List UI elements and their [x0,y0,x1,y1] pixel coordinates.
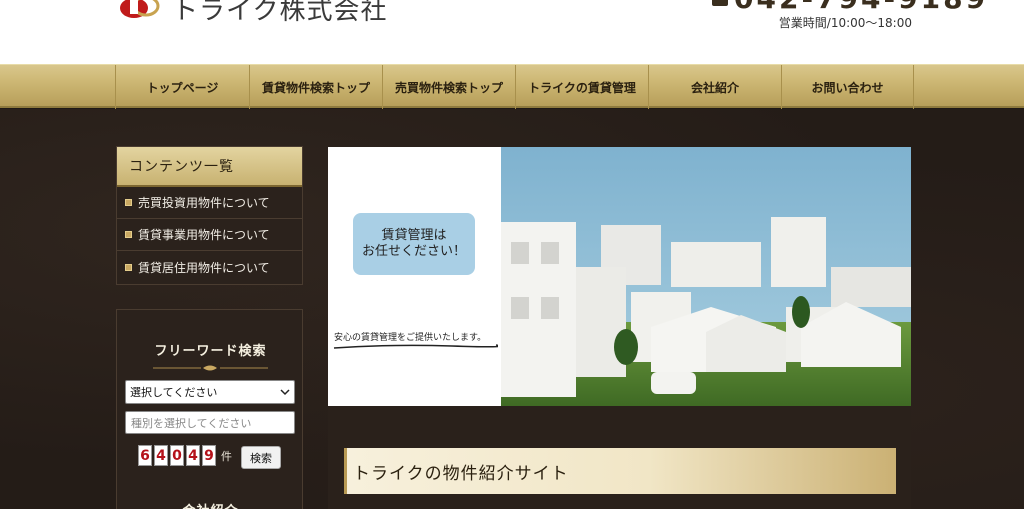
counter-digit: 0 [170,445,184,466]
nav-item-rental-management[interactable]: トライクの賃貸管理 [515,65,648,109]
ornament-divider-icon [153,365,268,371]
hero-slider[interactable]: 賃貸管理は お任せください！ 安心の賃貸管理をご提供いたします。 [328,147,911,406]
counter-unit: 件 [221,449,232,463]
bullet-icon [125,199,132,206]
chevron-down-icon [280,389,290,396]
counter-digit: 6 [138,445,152,466]
sidebar-link-label: 賃貸事業用物件について [138,228,270,242]
nav-item-rental-search[interactable]: 賃貸物件検索トップ [249,65,382,109]
freeword-search-panel: フリーワード検索 選択してください 種別を選択してください 6 4 0 4 9 … [116,309,303,509]
counter-digit: 4 [186,445,200,466]
nav-item-sale-search[interactable]: 売買物件検索トップ [382,65,515,109]
category-select-value: 選択してください [130,386,218,399]
company-logo-icon[interactable] [118,0,162,22]
brush-underline-icon [333,344,498,349]
company-name[interactable]: トライク株式会社 [172,0,387,27]
miniature-city-photo [501,147,911,406]
counter-digit: 4 [154,445,168,466]
site-header: トライク株式会社 042-794-9189 営業時間/10:00〜18:00 [0,0,1024,64]
company-intro-heading: 会社紹介 [117,500,304,509]
bubble-line-2: お任せください！ [361,244,466,259]
bullet-icon [125,231,132,238]
sidebar-link-label: 賃貸居住用物件について [138,260,270,275]
nav-item-contact[interactable]: お問い合わせ [781,65,914,109]
sidebar-link-rental-business[interactable]: 賃貸事業用物件について [117,219,302,251]
contents-list-title: コンテンツ一覧 [117,147,302,187]
search-button[interactable]: 検索 [241,446,281,469]
phone-number[interactable]: 042-794-9189 [734,0,988,15]
type-select-input[interactable]: 種別を選択してください [125,411,295,434]
phone-icon [712,0,728,6]
sidebar-link-sale-investment[interactable]: 売買投資用物件について [117,187,302,219]
bullet-icon [125,263,132,271]
bubble-line-1: 賃貸管理は [381,228,447,243]
business-hours: 営業時間/10:00〜18:00 [778,16,912,30]
nav-item-top[interactable]: トップページ [115,65,249,109]
sidebar-link-rental-residential[interactable]: 賃貸居住用物件について [117,251,302,283]
search-title: フリーワード検索 [154,344,267,359]
speech-bubble: 賃貸管理は お任せください！ [353,213,475,275]
nav-item-company[interactable]: 会社紹介 [648,65,781,109]
counter-digit: 9 [202,445,216,466]
contents-list: コンテンツ一覧 売買投資用物件について 賃貸事業用物件について 賃貸居住用物件に… [116,146,303,285]
property-counter: 6 4 0 4 9 件 [138,445,232,466]
category-select[interactable]: 選択してください [125,380,295,404]
site-title-banner: トライクの物件紹介サイト [344,448,896,494]
sidebar-link-label: 売買投資用物件について [138,196,270,210]
main-nav: トップページ 賃貸物件検索トップ 売買物件検索トップ トライクの賃貸管理 会社紹… [0,64,1024,109]
